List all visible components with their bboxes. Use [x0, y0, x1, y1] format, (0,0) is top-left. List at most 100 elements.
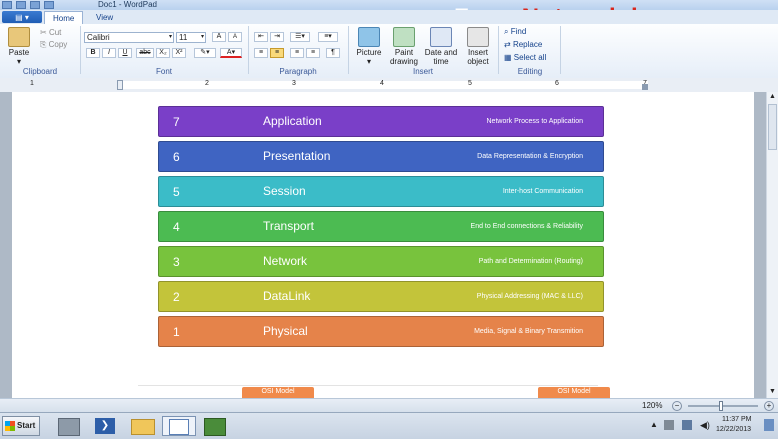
align-left-icon[interactable]: ≡ [254, 48, 268, 58]
group-label-insert: Insert [412, 67, 433, 76]
line-spacing-icon[interactable]: ≡▾ [318, 32, 338, 42]
select-all-button[interactable]: ▦ Select all [504, 53, 546, 62]
zoom-slider-thumb[interactable] [719, 401, 723, 411]
grow-font-button[interactable]: A [212, 32, 226, 42]
paint-drawing-button[interactable]: Paint drawing [386, 27, 422, 66]
taskbar-powershell[interactable]: ❯ [88, 416, 122, 436]
title-bar: Doc1 - WordPad [0, 0, 778, 10]
font-size-select[interactable]: 11 ▾ [176, 32, 206, 43]
indent-marker[interactable] [117, 80, 123, 90]
osi-layer-number: 1 [173, 325, 180, 339]
zoom-out-icon[interactable]: − [672, 401, 682, 411]
increase-indent-icon[interactable]: ⇥ [270, 32, 284, 42]
ruler-tick-label: 2 [205, 80, 209, 87]
paint-icon [393, 27, 415, 47]
scroll-up-icon[interactable]: ▲ [769, 93, 776, 100]
network-tray-icon[interactable] [682, 420, 692, 430]
clock-date[interactable]: 12/22/2013 [716, 426, 751, 433]
picture-button[interactable]: Picture ▾ [352, 27, 386, 66]
osi-layer-number: 2 [173, 290, 180, 304]
ruler-tick-label: 5 [468, 80, 472, 87]
ruler-tick-label: 4 [380, 80, 384, 87]
replace-button[interactable]: ⇄ Replace [504, 40, 542, 49]
underline-button[interactable]: U [118, 48, 132, 58]
bullets-icon[interactable]: ☰▾ [290, 32, 310, 42]
scroll-thumb[interactable] [768, 104, 777, 150]
tab-home[interactable]: Home [44, 11, 84, 25]
tab-view[interactable]: View [88, 11, 121, 24]
taskbar-wordpad[interactable] [162, 416, 196, 436]
system-tray: ▲ ◀) [646, 415, 778, 437]
bold-button[interactable]: B [86, 48, 100, 58]
superscript-button[interactable]: X² [172, 48, 186, 58]
clipboard-icon [8, 27, 30, 47]
osi-layer-description: Network Process to Application [486, 118, 584, 125]
align-center-icon[interactable]: ≡ [270, 48, 284, 58]
subscript-button[interactable]: X₂ [156, 48, 170, 58]
osi-layer-number: 5 [173, 185, 180, 199]
binoculars-icon: ⌕ [504, 27, 509, 36]
align-right-icon[interactable]: ≡ [290, 48, 304, 58]
zoom-in-icon[interactable]: + [764, 401, 774, 411]
osi-model-tab: OSI Model [242, 387, 314, 398]
font-family-select[interactable]: Calibri ▾ [84, 32, 174, 43]
clock-time[interactable]: 11:37 PM [722, 416, 751, 423]
cut-button[interactable]: ✂ Cut [40, 28, 61, 37]
divider [248, 26, 249, 74]
group-label-clipboard: Clipboard [22, 67, 58, 76]
paragraph-settings-icon[interactable]: ¶ [326, 48, 340, 58]
italic-button[interactable]: I [102, 48, 116, 58]
flag-icon[interactable] [664, 420, 674, 430]
taskbar-server-manager[interactable] [52, 416, 86, 436]
justify-icon[interactable]: ≡ [306, 48, 320, 58]
undo-icon[interactable] [30, 1, 40, 9]
picture-icon [358, 27, 380, 47]
osi-layer-row: 4 Transport End to End connections & Relia… [158, 211, 604, 242]
osi-layer-name: Presentation [263, 149, 331, 163]
osi-layer-name: Application [263, 114, 322, 128]
taskbar-network-tool[interactable] [198, 416, 232, 436]
scroll-down-icon[interactable]: ▼ [769, 388, 776, 395]
show-desktop-icon[interactable] [764, 419, 774, 431]
insert-object-button[interactable]: Insert object [462, 27, 494, 66]
copy-button[interactable]: ⎘ Copy [40, 40, 67, 49]
date-time-button[interactable]: Date and time [422, 27, 460, 66]
group-label-editing: Editing [517, 67, 543, 76]
redo-icon[interactable] [44, 1, 54, 9]
replace-icon: ⇄ [504, 40, 511, 49]
ruler-strip [120, 81, 648, 89]
status-bar: 120% − + [0, 398, 778, 413]
strikethrough-button[interactable]: abc [136, 48, 154, 58]
decrease-indent-icon[interactable]: ⇤ [254, 32, 268, 42]
volume-icon[interactable]: ◀) [700, 420, 710, 431]
taskbar-explorer[interactable] [126, 416, 160, 436]
divider [80, 26, 81, 74]
osi-layer-number: 6 [173, 150, 180, 164]
paste-button[interactable]: Paste ▾ [4, 27, 34, 66]
right-indent-marker[interactable] [642, 84, 648, 90]
osi-layer-row: 1 Physical Media, Signal & Binary Transmit… [158, 316, 604, 347]
osi-layer-number: 3 [173, 255, 180, 269]
ruler: 11234567 [0, 78, 778, 93]
group-label-paragraph: Paragraph [279, 67, 317, 76]
file-menu-button[interactable]: ▤ ▾ [2, 11, 42, 23]
find-button[interactable]: ⌕ Find [504, 27, 526, 36]
document-area[interactable]: 7 Application Network Process to Applicati… [0, 92, 766, 398]
wordpad-icon [169, 419, 189, 435]
zoom-slider[interactable] [688, 405, 758, 407]
select-all-icon: ▦ [504, 53, 512, 62]
osi-layer-description: Path and Determination (Routing) [478, 258, 583, 265]
start-button[interactable]: Start [2, 416, 40, 436]
show-hidden-icons-icon[interactable]: ▲ [650, 420, 658, 429]
highlight-color-button[interactable]: ✎▾ [194, 48, 216, 58]
document-page[interactable]: 7 Application Network Process to Applicati… [12, 92, 754, 398]
wordpad-menu-icon[interactable] [2, 1, 12, 9]
save-icon[interactable] [16, 1, 26, 9]
osi-layer-row: 2 DataLink Physical Addressing (MAC & LLC) [158, 281, 604, 312]
server-icon [58, 418, 80, 436]
shrink-font-button[interactable]: A [228, 32, 242, 42]
ruler-tick-label: 6 [555, 80, 559, 87]
vertical-scrollbar[interactable]: ▲ ▼ [766, 92, 778, 398]
object-icon [467, 27, 489, 47]
text-color-button[interactable]: A▾ [220, 48, 242, 58]
